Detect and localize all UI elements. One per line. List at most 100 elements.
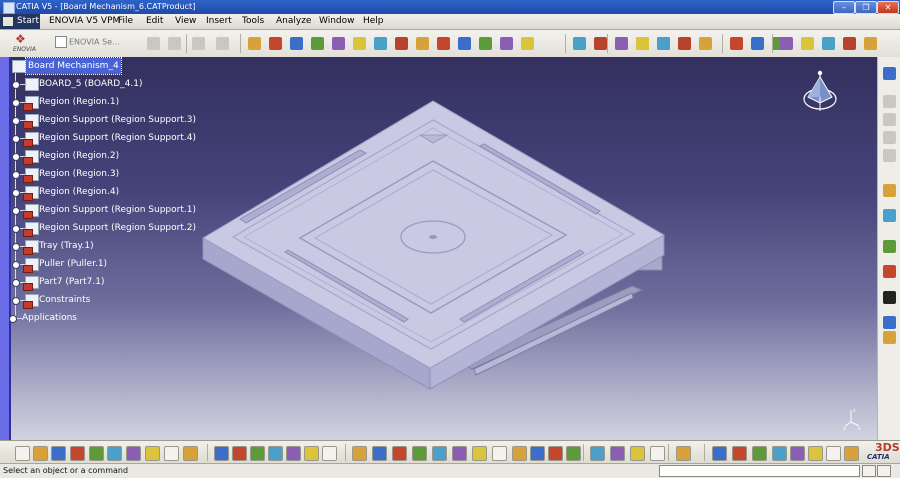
bottom-tool-icon[interactable] [372, 446, 387, 461]
right-tool-icon[interactable] [883, 95, 896, 108]
right-tool-icon[interactable] [883, 240, 896, 253]
start-menu[interactable]: Start [0, 14, 40, 29]
expand-node-icon[interactable] [12, 297, 20, 305]
assembly-tool-icon[interactable] [801, 37, 814, 50]
disabled-tool-icon-1[interactable] [147, 37, 160, 50]
assembly-tool-icon[interactable] [416, 37, 429, 50]
expand-node-icon[interactable] [12, 99, 20, 107]
bottom-tool-icon[interactable] [630, 446, 645, 461]
assembly-tool-icon[interactable] [332, 37, 345, 50]
right-tool-icon[interactable] [883, 209, 896, 222]
assembly-tool-icon[interactable] [437, 37, 450, 50]
bottom-tool-icon[interactable] [126, 446, 141, 461]
expand-node-icon[interactable] [12, 261, 20, 269]
3d-viewport[interactable]: Board Mechanism_4 BOARD_5 (BOARD_4.1) Reg… [0, 57, 877, 440]
expand-node-icon[interactable] [12, 153, 20, 161]
bottom-tool-icon[interactable] [322, 446, 337, 461]
status-button-2[interactable] [877, 465, 891, 477]
menu-edit[interactable]: Edit [146, 14, 163, 29]
assembly-tool-icon[interactable] [730, 37, 743, 50]
disabled-tool-icon-2[interactable] [168, 37, 181, 50]
assembly-tool-icon[interactable] [479, 37, 492, 50]
expand-node-icon[interactable] [12, 279, 20, 287]
menu-file[interactable]: File [118, 14, 133, 29]
expand-node-icon[interactable] [12, 117, 20, 125]
bottom-tool-icon[interactable] [712, 446, 727, 461]
assembly-tool-icon[interactable] [843, 37, 856, 50]
bottom-tool-icon[interactable] [790, 446, 805, 461]
menu-enovia[interactable]: ENOVIA V5 VPM [49, 14, 120, 29]
bottom-tool-icon[interactable] [808, 446, 823, 461]
minimize-button[interactable]: – [833, 1, 855, 14]
right-tool-icon[interactable] [883, 316, 896, 329]
close-button[interactable]: ✕ [877, 1, 899, 14]
assembly-tool-icon[interactable] [573, 37, 586, 50]
bottom-tool-icon[interactable] [304, 446, 319, 461]
bottom-tool-icon[interactable] [145, 446, 160, 461]
bottom-tool-icon[interactable] [472, 446, 487, 461]
status-button-1[interactable] [862, 465, 876, 477]
bottom-tool-icon[interactable] [214, 446, 229, 461]
enovia-logo[interactable]: ❖ ENOVIA [13, 32, 47, 55]
assembly-tool-icon[interactable] [780, 37, 793, 50]
bottom-tool-icon[interactable] [650, 446, 665, 461]
bottom-tool-icon[interactable] [732, 446, 747, 461]
menu-window[interactable]: Window [319, 14, 355, 29]
right-tool-icon[interactable] [883, 184, 896, 197]
bottom-tool-icon[interactable] [250, 446, 265, 461]
disabled-tool-icon-4[interactable] [216, 37, 229, 50]
bottom-tool-icon[interactable] [530, 446, 545, 461]
bottom-tool-icon[interactable] [164, 446, 179, 461]
right-tool-icon[interactable] [883, 149, 896, 162]
expand-node-icon[interactable] [12, 243, 20, 251]
expand-node-icon[interactable] [12, 135, 20, 143]
command-input[interactable] [659, 465, 860, 477]
assembly-tool-icon[interactable] [699, 37, 712, 50]
expand-node-icon[interactable] [12, 225, 20, 233]
bottom-tool-icon[interactable] [566, 446, 581, 461]
bottom-tool-icon[interactable] [610, 446, 625, 461]
assembly-tool-icon[interactable] [864, 37, 877, 50]
bottom-tool-icon[interactable] [772, 446, 787, 461]
enovia-search-button[interactable]: ENOVIA Se... [55, 36, 120, 48]
bottom-tool-icon[interactable] [676, 446, 691, 461]
bottom-tool-icon[interactable] [492, 446, 507, 461]
menu-analyze[interactable]: Analyze [276, 14, 311, 29]
bottom-tool-icon[interactable] [512, 446, 527, 461]
assembly-tool-icon[interactable] [395, 37, 408, 50]
right-tool-icon[interactable] [883, 291, 896, 304]
assembly-tool-icon[interactable] [269, 37, 282, 50]
bottom-tool-icon[interactable] [15, 446, 30, 461]
catia-app-icon[interactable] [3, 2, 15, 14]
restore-button[interactable]: ❐ [855, 1, 877, 14]
bottom-tool-icon[interactable] [286, 446, 301, 461]
bottom-tool-icon[interactable] [352, 446, 367, 461]
assembly-tool-icon[interactable] [374, 37, 387, 50]
bottom-tool-icon[interactable] [452, 446, 467, 461]
bottom-tool-icon[interactable] [752, 446, 767, 461]
expand-node-icon[interactable] [12, 207, 20, 215]
bottom-tool-icon[interactable] [33, 446, 48, 461]
bottom-tool-icon[interactable] [107, 446, 122, 461]
right-tool-icon[interactable] [883, 331, 896, 344]
bottom-tool-icon[interactable] [826, 446, 841, 461]
right-tool-icon[interactable] [883, 113, 896, 126]
assembly-tool-icon[interactable] [311, 37, 324, 50]
compass-icon[interactable] [800, 67, 840, 117]
assembly-tool-icon[interactable] [500, 37, 513, 50]
bottom-tool-icon[interactable] [232, 446, 247, 461]
assembly-tool-icon[interactable] [458, 37, 471, 50]
menu-help[interactable]: Help [363, 14, 384, 29]
right-tool-icon[interactable] [883, 265, 896, 278]
assembly-tool-icon[interactable] [615, 37, 628, 50]
assembly-tool-icon[interactable] [290, 37, 303, 50]
assembly-tool-icon[interactable] [353, 37, 366, 50]
expand-node-icon[interactable] [12, 171, 20, 179]
bottom-tool-icon[interactable] [392, 446, 407, 461]
menu-view[interactable]: View [175, 14, 196, 29]
assembly-tool-icon[interactable] [822, 37, 835, 50]
bottom-tool-icon[interactable] [51, 446, 66, 461]
assembly-tool-icon[interactable] [521, 37, 534, 50]
assembly-tool-icon[interactable] [636, 37, 649, 50]
bottom-tool-icon[interactable] [844, 446, 859, 461]
